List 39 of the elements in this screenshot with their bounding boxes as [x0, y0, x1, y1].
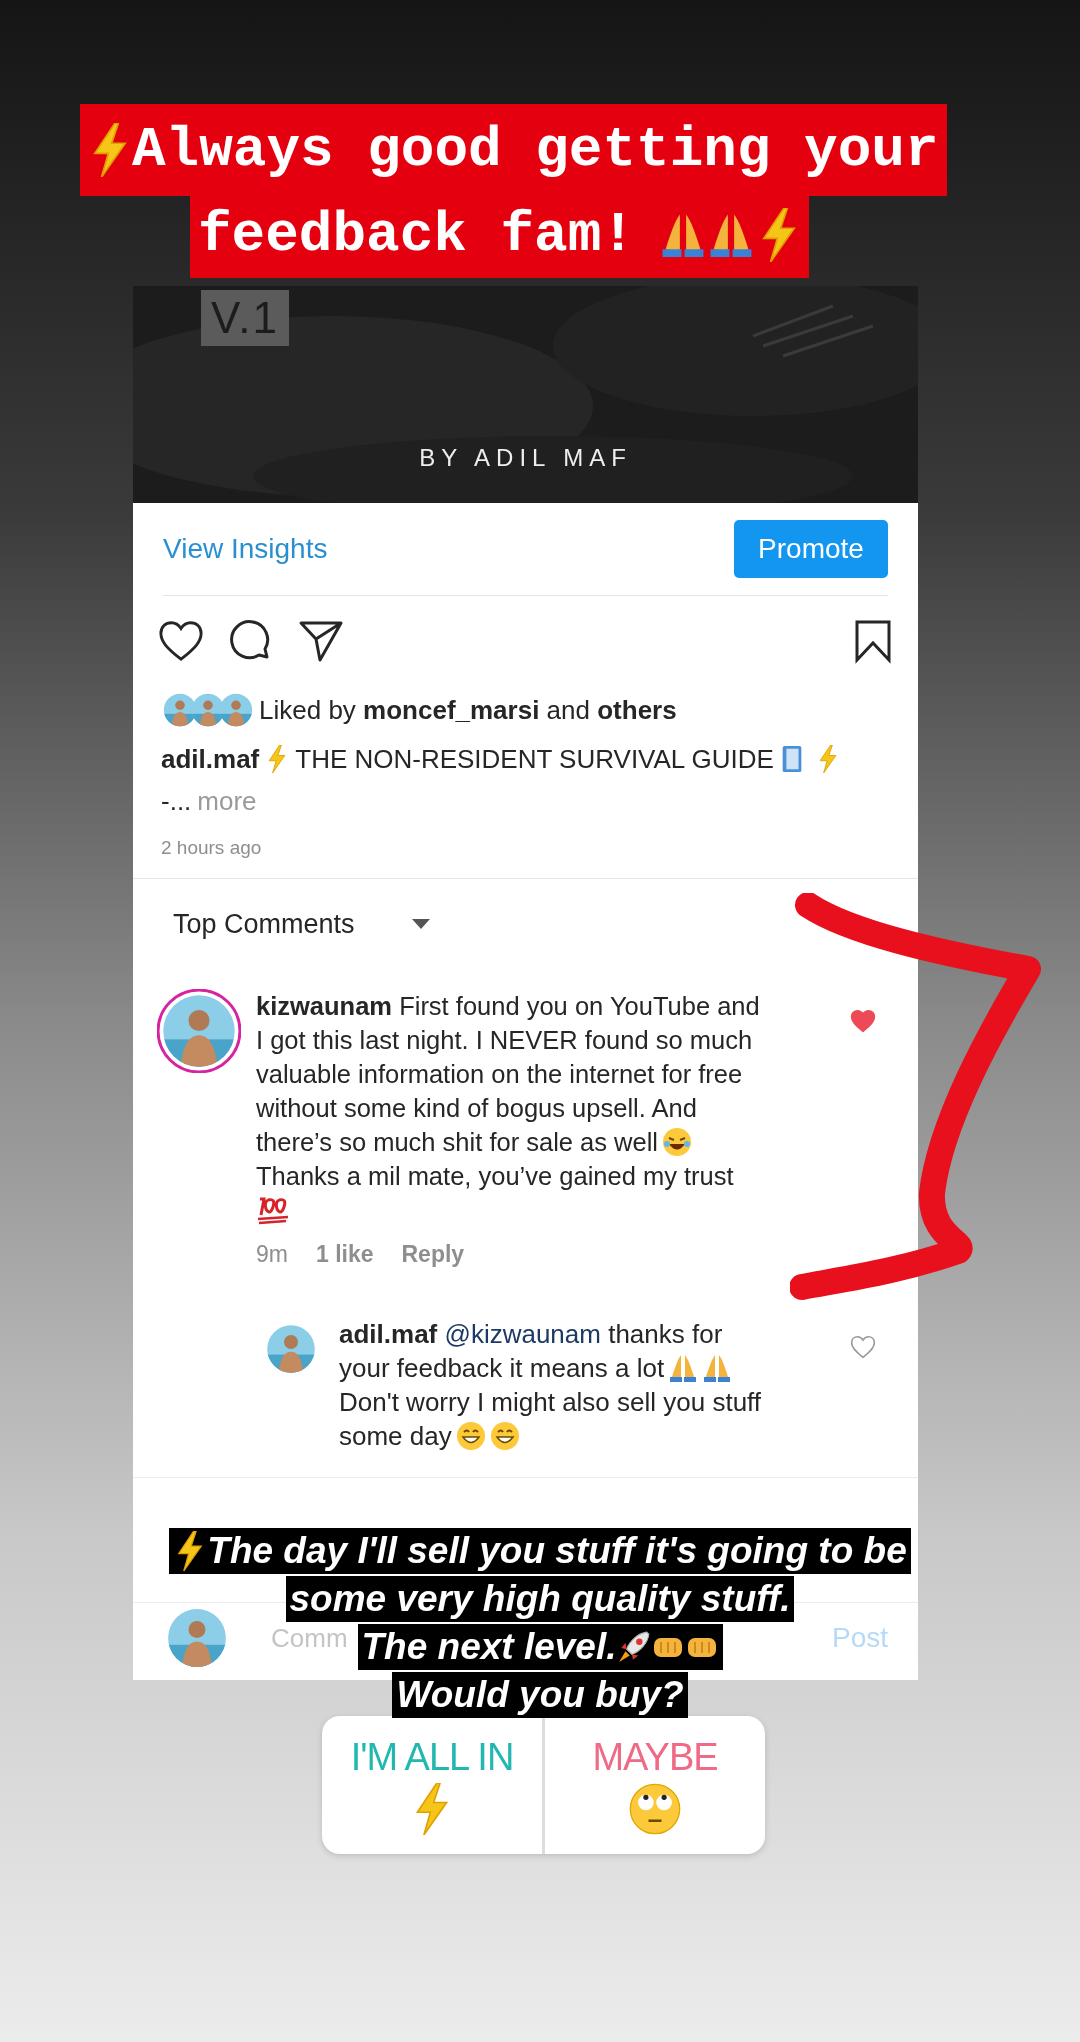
comment-text: adil.maf @kizwaunam thanks for your feedback it means a lot Don't worry I might also sell you stuff some day: [339, 1318, 763, 1453]
cover-byline: BY ADIL MAF: [418, 444, 633, 472]
sort-label[interactable]: Top Comments: [173, 908, 355, 940]
laughing-face-icon: [662, 1127, 693, 1157]
story-text: Would you buy?: [396, 1674, 684, 1716]
like-icon[interactable]: [158, 619, 204, 663]
mention-link[interactable]: @kizwaunam: [444, 1319, 601, 1349]
praying-hands-icon: [702, 1353, 733, 1383]
liked-by-text: Liked by moncef_marsi and others: [259, 694, 677, 726]
caret-icon[interactable]: [410, 918, 431, 930]
story-text: The next level.: [361, 1626, 617, 1668]
bookmark-icon[interactable]: [853, 618, 893, 664]
post-time: 2 hours ago: [133, 822, 918, 879]
poll-option[interactable]: I'M ALL IN: [350, 1735, 514, 1779]
comment-text: kizwaunam First found you on YouTube and I got this last night. I NEVER found so much valuable information on the internet for free without some kind of bogus upsell. And there’s so much shit for sale as well Thanks a mil mate, you’ve gained my trust: [256, 989, 764, 1225]
caption-text: -...: [161, 785, 192, 818]
view-insights-link[interactable]: View Insights: [163, 533, 328, 565]
like-count[interactable]: 1 like: [315, 1237, 374, 1271]
story-text: some very high quality stuff.: [289, 1578, 791, 1620]
grinning-face-icon: [455, 1421, 486, 1451]
grinning-face-icon: [489, 1421, 520, 1451]
hundred-points-icon: [256, 1195, 290, 1225]
reply-link[interactable]: Reply: [401, 1237, 465, 1271]
cover-badge: V.1: [201, 290, 289, 346]
story-text: The day I'll sell you stuff it's going to be: [207, 1530, 907, 1572]
comment-time: 9m: [256, 1240, 288, 1269]
username[interactable]: kizwaunam: [256, 992, 393, 1020]
caption-text: Always good getting your: [132, 118, 939, 182]
rolling-eyes-face-icon: [629, 1782, 681, 1835]
username[interactable]: adil.maf: [339, 1319, 438, 1349]
comment-field[interactable]: Comm: [271, 1624, 348, 1652]
promote-button[interactable]: Promote: [734, 520, 888, 578]
caption-text: THE NON-RESIDENT SURVIVAL GUIDE: [295, 743, 774, 776]
poll-option[interactable]: MAYBE: [592, 1735, 718, 1779]
more-link[interactable]: more: [197, 780, 257, 822]
send-icon[interactable]: [298, 619, 344, 663]
praying-hands-icon: [668, 1353, 699, 1383]
username[interactable]: adil.maf: [161, 738, 260, 780]
caption-text: feedback fam!: [198, 203, 635, 267]
